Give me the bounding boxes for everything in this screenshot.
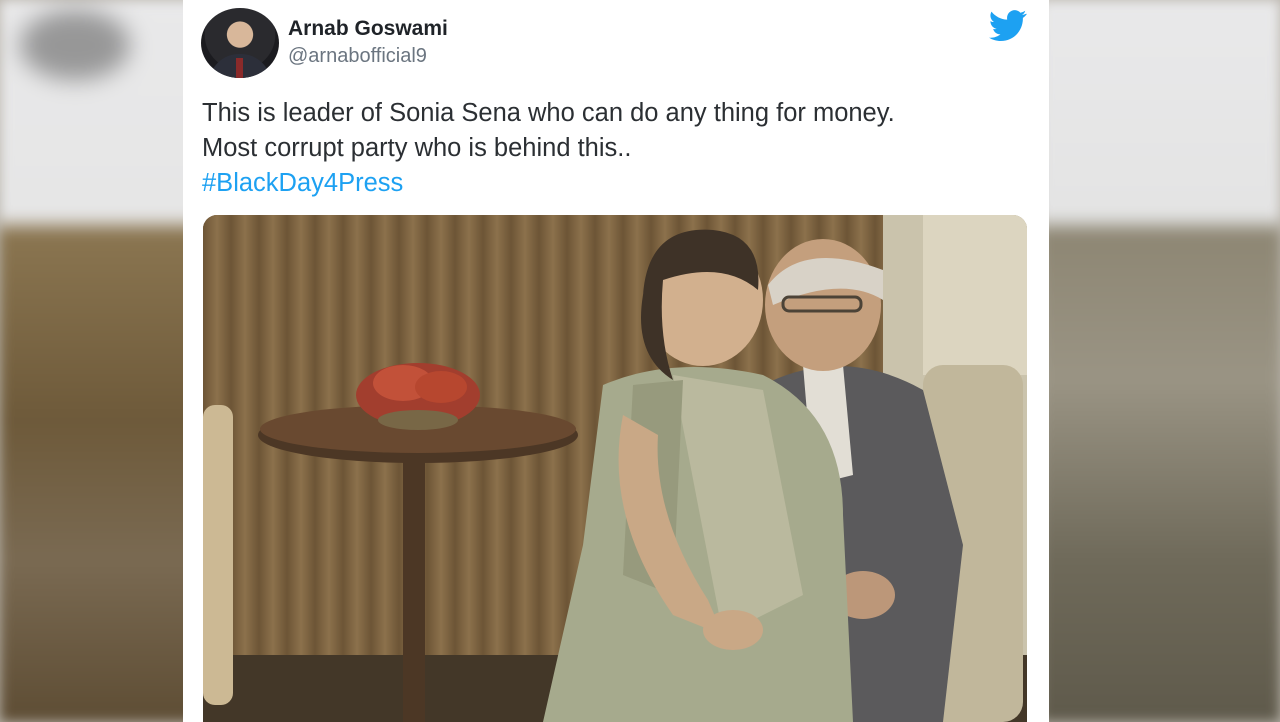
tweet-text-line-1: This is leader of Sonia Sena who can do … [202,99,895,127]
background-right-blur [1040,0,1280,722]
author-name[interactable]: Arnab Goswami [288,17,448,41]
tweet-text: This is leader of Sonia Sena who can do … [202,96,1032,201]
tweet-text-line-2: Most corrupt party who is behind this.. [202,134,632,162]
twitter-bird-icon[interactable] [989,10,1027,42]
hashtag-link[interactable]: #BlackDay4Press [202,166,1032,201]
tweet-photo[interactable] [203,215,1027,722]
tweet-photo-image [203,215,1027,722]
author-avatar[interactable] [201,8,279,78]
author-handle[interactable]: @arnabofficial9 [288,45,427,68]
tweet-card: Arnab Goswami @arnabofficial9 This is le… [183,0,1049,722]
background-left-blur [0,0,200,722]
